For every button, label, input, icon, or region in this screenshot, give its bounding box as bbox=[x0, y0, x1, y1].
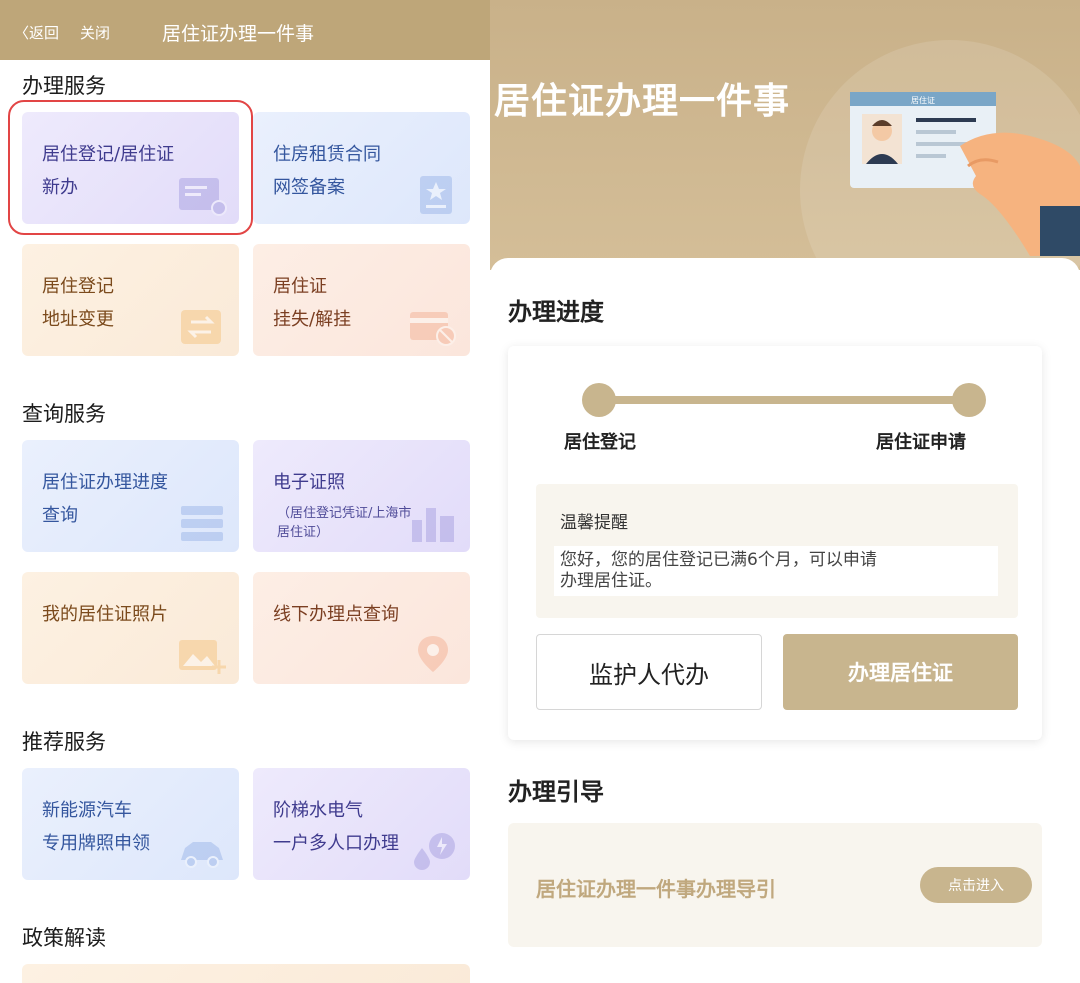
card-label: 居住证办理进度 查询 bbox=[42, 472, 168, 526]
apply-residence-permit-button[interactable]: 办理居住证 bbox=[783, 634, 1018, 710]
list-icon bbox=[181, 506, 223, 541]
car-icon bbox=[181, 842, 223, 868]
card-e-license[interactable]: 电子证照 （居住登记凭证/上海市 居住证） bbox=[253, 440, 470, 552]
card-label: 居住证 挂失/解挂 bbox=[273, 276, 352, 330]
section-title-handle: 办理服务 bbox=[22, 74, 106, 98]
guide-card[interactable]: 居住证办理一件事办理导引 点击进入 bbox=[508, 823, 1042, 947]
swap-icon bbox=[181, 310, 221, 344]
card-label: 住房租赁合同 网签备案 bbox=[273, 144, 381, 198]
card-offline-points[interactable]: 线下办理点查询 bbox=[253, 572, 470, 684]
card-label: 线下办理点查询 bbox=[273, 604, 399, 625]
page-title: 居住证办理一件事 bbox=[162, 23, 315, 45]
top-nav-bar: 〈返回 关闭 居住证办理一件事 bbox=[0, 0, 490, 60]
step-label-2: 居住证申请 bbox=[876, 432, 966, 453]
card-label-text: 居住证 bbox=[911, 95, 935, 105]
highlight-frame bbox=[8, 100, 253, 235]
water-electric-icon bbox=[414, 833, 455, 870]
progress-card: 居住登记 居住证申请 温馨提醒 您好，您的居住登记已满6个月，可以申请 办理居住证… bbox=[508, 346, 1042, 740]
card-ban-icon bbox=[410, 312, 456, 346]
card-label: 我的居住证照片 bbox=[42, 604, 168, 625]
card-progress-query[interactable]: 居住证办理进度 查询 bbox=[22, 440, 239, 552]
banner: 居住证办理一件事 居住证 bbox=[490, 0, 1080, 340]
banner-title: 居住证办理一件事 bbox=[494, 81, 791, 122]
card-label: 阶梯水电气 一户多人口办理 bbox=[273, 800, 399, 854]
location-pin-icon bbox=[418, 636, 448, 672]
card-utilities[interactable]: 阶梯水电气 一户多人口办理 bbox=[253, 768, 470, 880]
card-rental-contract[interactable]: 住房租赁合同 网签备案 bbox=[253, 112, 470, 224]
card-label: 居住登记 地址变更 bbox=[42, 276, 114, 330]
card-my-photo[interactable]: 我的居住证照片 bbox=[22, 572, 239, 684]
right-panel: 居住证办理一件事 居住证 办理进度 居住登记 居住证申请 温馨提醒 您好，您的居… bbox=[490, 0, 1080, 983]
progress-section-title: 办理进度 bbox=[508, 298, 604, 326]
left-panel: 〈返回 关闭 居住证办理一件事 办理服务 居住登记/居住证 新办 住房租赁合同 网签… bbox=[0, 0, 490, 983]
card-ev-plate[interactable]: 新能源汽车 专用牌照申领 bbox=[22, 768, 239, 880]
guide-section-title: 办理引导 bbox=[508, 778, 604, 806]
section-title-recommend: 推荐服务 bbox=[22, 730, 106, 754]
section-title-query: 查询服务 bbox=[22, 402, 106, 426]
section-title-policy: 政策解读 bbox=[22, 926, 106, 950]
back-button[interactable]: 〈返回 bbox=[14, 22, 59, 43]
progress-track bbox=[599, 396, 985, 404]
id-card-hand-illustration: 居住证 bbox=[850, 92, 1080, 256]
close-button[interactable]: 关闭 bbox=[80, 22, 110, 43]
card-report-loss[interactable]: 居住证 挂失/解挂 bbox=[253, 244, 470, 356]
card-label: 新能源汽车 专用牌照申领 bbox=[42, 800, 150, 854]
card-sublabel: （居住登记凭证/上海市 居住证） bbox=[277, 506, 412, 540]
contract-icon bbox=[420, 176, 452, 214]
guide-item-title: 居住证办理一件事办理导引 bbox=[536, 877, 776, 901]
reminder-text: 您好，您的居住登记已满6个月，可以申请 办理居住证。 bbox=[554, 546, 998, 596]
step-label-1: 居住登记 bbox=[564, 432, 636, 453]
reminder-title: 温馨提醒 bbox=[560, 513, 628, 533]
guardian-proxy-button[interactable]: 监护人代办 bbox=[536, 634, 762, 710]
policy-card[interactable] bbox=[22, 964, 470, 983]
photo-icon bbox=[179, 640, 226, 674]
step-dot-1 bbox=[582, 383, 616, 417]
card-address-change[interactable]: 居住登记 地址变更 bbox=[22, 244, 239, 356]
chart-icon bbox=[412, 508, 454, 542]
step-dot-2 bbox=[952, 383, 986, 417]
reminder-box: 温馨提醒 您好，您的居住登记已满6个月，可以申请 办理居住证。 bbox=[536, 484, 1018, 618]
card-label: 电子证照 bbox=[273, 472, 345, 493]
enter-guide-button[interactable]: 点击进入 bbox=[920, 867, 1032, 903]
